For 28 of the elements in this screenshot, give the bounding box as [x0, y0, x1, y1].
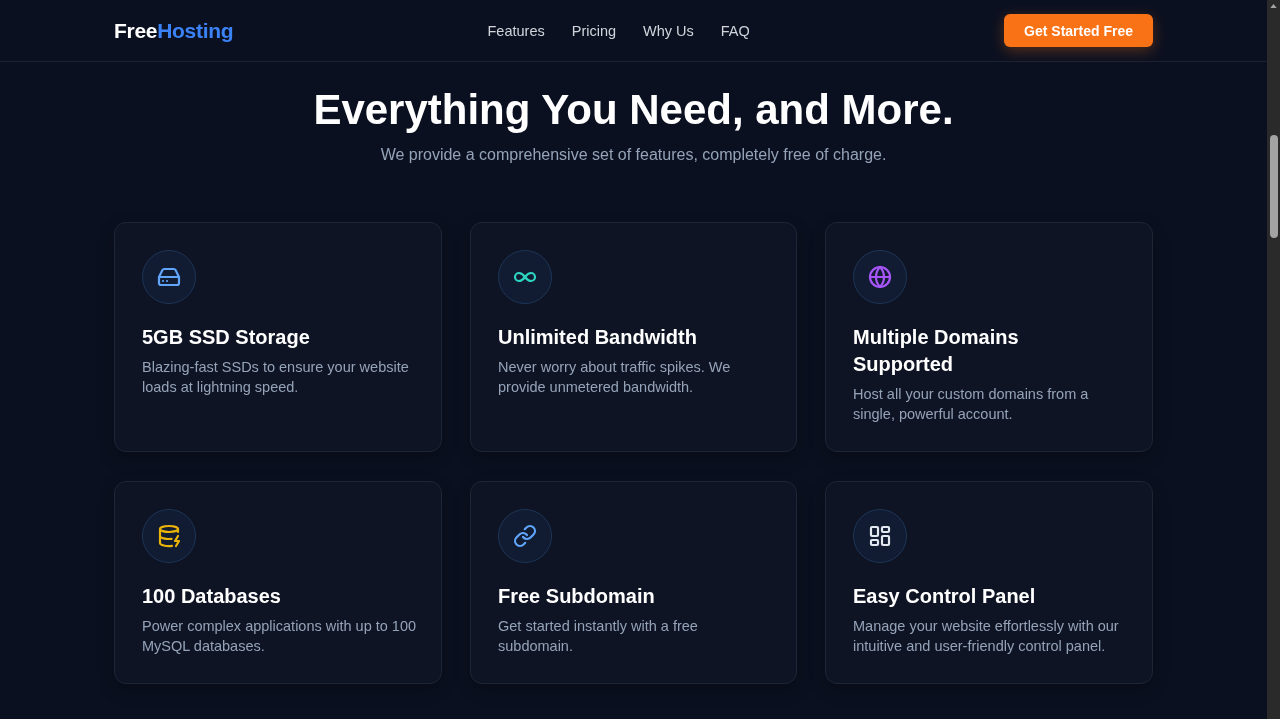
feature-title: Unlimited Bandwidth — [498, 325, 698, 350]
layout-grid-icon — [853, 509, 907, 563]
feature-title: 5GB SSD Storage — [142, 325, 311, 350]
feature-title: 100 Databases — [142, 584, 282, 609]
nav-link[interactable]: FAQ — [720, 22, 750, 39]
logo[interactable]: FreeHosting — [114, 18, 234, 43]
nav-link[interactable]: Features — [487, 22, 545, 39]
feature-description: Power complex applications with up to 100 MySQL databases. — [142, 617, 418, 656]
feature-description: Never worry about traffic spikes. We provide unmetered bandwidth. — [498, 358, 732, 397]
feature-description: Manage your website effortlessly with our intuitive and user-friendly control panel. — [853, 617, 1120, 656]
infinity-icon — [498, 250, 552, 304]
feature-description: Get started instantly with a free subdomain. — [498, 617, 699, 656]
hero-heading: Everything You Need, and More. — [312, 86, 955, 134]
hard-drive-icon — [142, 250, 196, 304]
nav-link[interactable]: Pricing — [571, 22, 617, 39]
link-icon — [498, 509, 552, 563]
feature-title: Free Subdomain — [498, 584, 656, 609]
nav-link[interactable]: Why Us — [643, 22, 694, 39]
feature-description: Blazing-fast SSDs to ensure your website loads at lightning speed. — [142, 358, 410, 397]
feature-description: Host all your custom domains from a single, powerful account. — [853, 385, 1090, 424]
database-bolt-icon — [142, 509, 196, 563]
hero-subtitle: We provide a comprehensive set of features, completely free of charge. — [379, 145, 888, 165]
scrollbar-thumb[interactable] — [1269, 135, 1278, 238]
scroll-up-icon[interactable] — [1270, 4, 1277, 8]
scrollbar[interactable] — [1267, 0, 1280, 719]
globe-icon — [853, 250, 907, 304]
feature-title: Easy Control Panel — [853, 584, 1037, 609]
feature-title: Multiple Domains Supported — [853, 325, 1020, 377]
